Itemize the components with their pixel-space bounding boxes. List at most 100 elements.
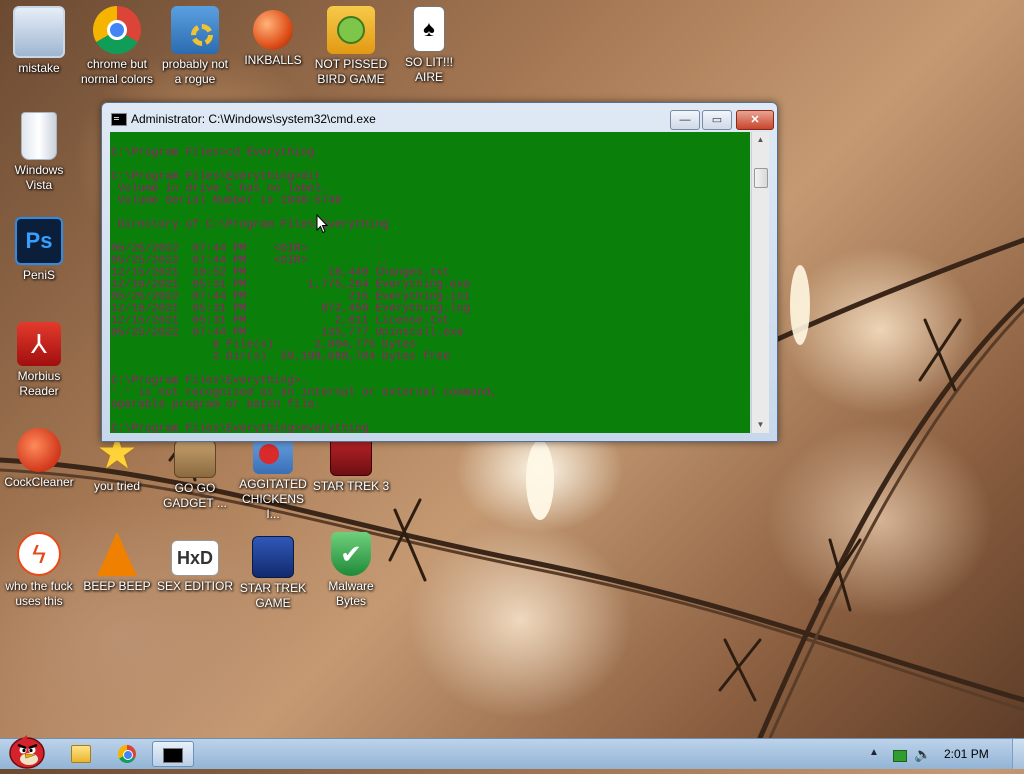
mouse-cursor-icon [316, 214, 328, 234]
desktop-icon-aggitated-chickens[interactable]: AGGITATED CHICKENS I... [234, 428, 312, 522]
console-line: Directory of C:\Program Files\Everything [111, 219, 389, 231]
console-line: C:\Program Files\Everything>. [111, 375, 308, 387]
desktop-icon-label: who the fuck uses this [5, 579, 73, 608]
hxd-icon: HxD [171, 540, 219, 576]
network-icon[interactable] [893, 750, 907, 762]
angry-birds-star-wars-icon [252, 536, 294, 578]
playing-cards-icon: ♠ [413, 6, 445, 52]
console-line: C:\Program Files\Everything>everything [111, 423, 369, 433]
desktop-icon-star-trek-game[interactable]: STAR TREK GAME [234, 532, 312, 611]
vlc-cone-icon [97, 532, 137, 576]
desktop-icon-label: AGGITATED CHICKENS I... [239, 477, 307, 521]
lightning-icon: ϟ [17, 532, 61, 576]
console-line: 05/25/2022 07:44 PM <DIR> . [111, 243, 383, 255]
cmd-icon [163, 748, 183, 763]
console-line: 12/15/2021 10:52 PM 18,449 Changes.txt [111, 267, 450, 279]
desktop-icon-label: STAR TREK 3 [312, 479, 390, 493]
desktop-icon-label: PeniS [22, 268, 56, 282]
desktop-icon-label: STAR TREK GAME [239, 581, 307, 610]
computer-icon [13, 6, 65, 58]
box-icon [174, 440, 216, 478]
desktop-icon-chrome[interactable]: chrome but normal colors [78, 6, 156, 87]
desktop-icon-label: Malware Bytes [328, 579, 374, 608]
console-output[interactable]: C:\Program Files>cd Everything C:\Program… [110, 132, 750, 433]
minimize-button[interactable]: — [670, 110, 700, 130]
start-button[interactable] [3, 733, 49, 769]
cmd-icon [111, 113, 127, 126]
console-line: 12/16/2021 05:31 PM 1,775,264 Everything… [111, 279, 471, 291]
scroll-up-icon[interactable]: ▲ [752, 132, 769, 148]
desktop-icon-mistake[interactable]: mistake [0, 6, 78, 76]
desktop-icon-solitaire[interactable]: ♠ SO LIT!!! AIRE [390, 6, 468, 85]
desktop-icon-label: CockCleaner [4, 475, 74, 489]
broom-icon [17, 428, 61, 472]
cmd-window[interactable]: Administrator: C:\Windows\system32\cmd.e… [101, 102, 778, 442]
folder-explorer-icon [71, 745, 91, 763]
desktop-icon-rogue[interactable]: probably not a rogue [156, 6, 234, 87]
show-desktop-button[interactable] [1012, 739, 1024, 769]
desktop-icon-label: GO GO GADGET ... [163, 481, 227, 510]
taskbar: ▲ 🔈 2:01 PM [0, 735, 1024, 769]
desktop-icon-penis[interactable]: Ps PeniS [0, 217, 78, 283]
chrome-icon [118, 745, 136, 763]
console-line: Volume in drive C has no label. [111, 183, 328, 195]
console-line: 05/25/2022 07:44 PM 135,777 Uninstall.ex… [111, 327, 464, 339]
desktop-icon-inkballs[interactable]: INKBALLS [234, 6, 312, 68]
chrome-icon [93, 6, 141, 54]
desktop-icon-label: Morbius Reader [17, 369, 61, 398]
console-line: 6 File(s) 2,804,775 bytes [111, 339, 417, 351]
desktop-icon-sex-editior[interactable]: HxD SEX EDITIOR [156, 532, 234, 594]
angry-bird-start-icon [9, 735, 45, 769]
vertical-scrollbar[interactable]: ▲ ▼ [751, 132, 769, 433]
taskbar-cmd-button[interactable] [152, 741, 194, 767]
desktop-icon-label: INKBALLS [244, 53, 302, 67]
desktop-icon-label: BEEP BEEP [83, 579, 151, 593]
desktop-icon-label: SEX EDITIOR [156, 579, 233, 593]
desktop-icon-label: probably not a rogue [161, 57, 229, 86]
desktop-icon-label: SO LIT!!! AIRE [404, 55, 453, 84]
show-hidden-icons-icon[interactable]: ▲ [869, 747, 879, 758]
cmd-titlebar[interactable]: Administrator: C:\Windows\system32\cmd.e… [102, 103, 777, 131]
pig-icon [327, 6, 375, 54]
desktop-icon-label: you tried [93, 479, 141, 493]
desktop-icon-label: Windows Vista [14, 163, 64, 192]
inkball-icon [253, 10, 293, 50]
taskbar-chrome-button[interactable] [106, 741, 148, 767]
clock[interactable]: 2:01 PM [944, 747, 989, 761]
console-line: 05/25/2022 07:44 PM <DIR> .. [111, 255, 389, 267]
window-title: Administrator: C:\Windows\system32\cmd.e… [131, 112, 376, 126]
photoshop-icon: Ps [15, 217, 63, 265]
desktop-icon-label: chrome but normal colors [80, 57, 154, 86]
console-line: '.' is not recognized as an internal or … [111, 387, 498, 399]
maximize-button[interactable]: ▭ [702, 110, 732, 130]
console-line: 2 Dir(s) 59,199,688,704 bytes free [111, 351, 450, 363]
console-line: 12/15/2021 05:31 PM 2,611 License.txt [111, 315, 450, 327]
desktop-icon-morbius-reader[interactable]: ⅄ Morbius Reader [0, 322, 78, 399]
desktop-icon-bird-game[interactable]: NOT PISSED BIRD GAME [312, 6, 390, 87]
desktop-icon-windows-vista[interactable]: Windows Vista [0, 112, 78, 193]
desktop-icon-cockcleaner[interactable]: CockCleaner [0, 428, 78, 490]
recycle-bin-icon [21, 112, 57, 160]
scroll-thumb[interactable] [754, 168, 768, 188]
console-line: operable program or batch file. [111, 399, 322, 411]
desktop-icon-label: NOT PISSED BIRD GAME [314, 57, 388, 86]
console-line: C:\Program Files\Everything>dir [111, 171, 322, 183]
scroll-down-icon[interactable]: ▼ [752, 417, 769, 433]
gears-icon [171, 6, 219, 54]
volume-icon[interactable]: 🔈 [914, 746, 931, 763]
desktop-icon-label: mistake [18, 61, 60, 75]
console-line: 12/16/2021 05:31 PM 872,459 Everything.l… [111, 303, 471, 315]
desktop-icon-malwarebytes[interactable]: ✔ Malware Bytes [312, 532, 390, 609]
shield-check-icon: ✔ [331, 532, 371, 576]
close-button[interactable]: ✕ [736, 110, 774, 130]
desktop-icon-who-uses-this[interactable]: ϟ who the fuck uses this [0, 532, 78, 609]
console-line: Volume Serial Number is 2848-5746 [111, 195, 342, 207]
desktop-icon-beep-beep[interactable]: BEEP BEEP [78, 532, 156, 594]
taskbar-explorer-button[interactable] [60, 741, 102, 767]
